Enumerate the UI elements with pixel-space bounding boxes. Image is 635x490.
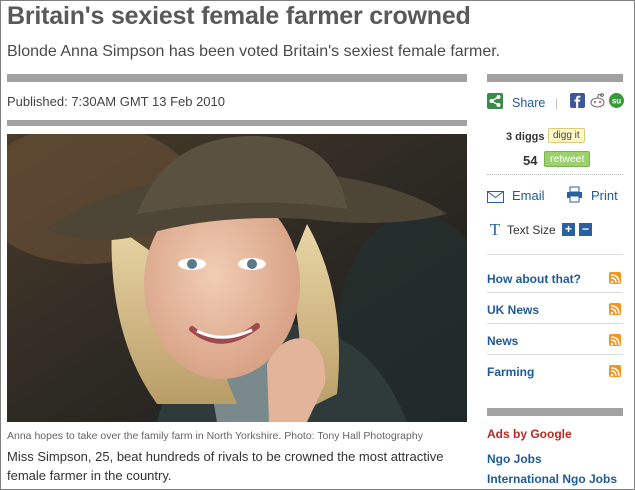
share-row: Share | su [487, 92, 624, 114]
rss-icon[interactable] [609, 272, 621, 284]
nav-item-farming[interactable]: Farming [487, 363, 621, 381]
email-icon[interactable] [487, 190, 504, 208]
article-body: Miss Simpson, 25, beat hundreds of rival… [7, 449, 444, 483]
reddit-icon[interactable] [589, 92, 606, 114]
retweet-button[interactable]: retweet [544, 151, 591, 167]
nav-item-label[interactable]: How about that? [487, 272, 581, 286]
rss-icon[interactable] [609, 334, 621, 346]
svg-text:su: su [612, 97, 621, 106]
divider [487, 292, 623, 293]
divider [487, 354, 623, 355]
published-date: Published: 7:30AM GMT 13 Feb 2010 [7, 94, 225, 109]
divider [487, 323, 623, 324]
text-size-increase-button[interactable]: + [562, 223, 575, 236]
print-link[interactable]: Print [591, 188, 618, 203]
email-link[interactable]: Email [512, 188, 545, 203]
text-size-icon: T [488, 220, 502, 240]
text-size-decrease-button[interactable]: − [579, 223, 592, 236]
nav-item-uk-news[interactable]: UK News [487, 301, 621, 319]
dotted-divider [7, 120, 467, 126]
dotted-divider [487, 74, 623, 82]
ad-link[interactable]: Ngo Jobs [487, 452, 542, 466]
share-separator: | [555, 96, 559, 110]
ads-by-google-label: Ads by Google [487, 427, 572, 441]
share-link[interactable]: Share [512, 96, 545, 110]
divider [487, 254, 623, 255]
article-headline: Britain's sexiest female farmer crowned [7, 2, 471, 30]
nav-item-label[interactable]: UK News [487, 303, 539, 317]
article-standfirst: Blonde Anna Simpson has been voted Brita… [7, 43, 501, 60]
divider [487, 174, 623, 177]
nav-item-news[interactable]: News [487, 332, 621, 350]
stumbleupon-icon[interactable]: su [609, 93, 624, 113]
nav-item-how-about-that[interactable]: How about that? [487, 270, 621, 288]
email-print-row: Email Print [487, 186, 627, 204]
nav-item-label[interactable]: News [487, 334, 518, 348]
text-size-label: Text Size [507, 223, 556, 237]
nav-item-label[interactable]: Farming [487, 365, 534, 379]
article-photo[interactable] [7, 134, 467, 422]
print-icon[interactable] [566, 186, 583, 208]
rss-icon[interactable] [609, 365, 621, 377]
photo-caption: Anna hopes to take over the family farm … [7, 430, 423, 442]
svg-text:T: T [490, 220, 501, 237]
ad-link[interactable]: International Ngo Jobs [487, 472, 617, 486]
dotted-divider [487, 408, 623, 416]
text-size-control: T Text Size + − [487, 220, 627, 240]
share-icon[interactable] [487, 93, 503, 114]
digg-count: 3 diggs [506, 131, 545, 143]
retweet-count: 54 [523, 153, 538, 168]
facebook-icon[interactable] [570, 93, 585, 113]
dotted-divider [7, 74, 467, 82]
rss-icon[interactable] [609, 303, 621, 315]
digg-button[interactable]: digg it [548, 128, 585, 143]
